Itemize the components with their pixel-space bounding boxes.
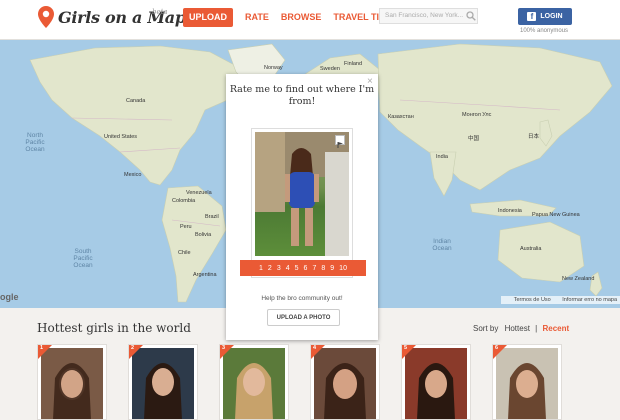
help-text: Help the bro community out! [261, 295, 343, 302]
nav-upload-button[interactable]: UPLOAD [183, 8, 233, 27]
logo[interactable]: Girls on a Map beta [38, 6, 186, 28]
country-label: Sweden [320, 66, 340, 72]
ocean-label: North Pacific Ocean [25, 132, 45, 153]
search-input[interactable]: San Francisco, New York... [379, 8, 478, 24]
sort-control: Sort by Hottest | Recent [473, 324, 569, 333]
country-label: Bolivia [195, 232, 212, 238]
gallery-card[interactable]: 1 [37, 344, 107, 420]
map-report-error-link[interactable]: Informar erro no mapa [562, 297, 617, 303]
ocean-label: South Pacific Ocean [73, 248, 93, 269]
country-label: Argentina [193, 272, 217, 278]
country-label: Finland [344, 61, 363, 67]
rating-6-button[interactable]: 6 [304, 265, 308, 272]
country-label: Indonesia [498, 208, 522, 214]
country-label: New Zealand [562, 276, 595, 282]
rating-9-button[interactable]: 9 [330, 265, 334, 272]
search-icon[interactable] [466, 11, 476, 21]
rating-5-button[interactable]: 5 [295, 265, 299, 272]
anonymous-note: 100% anonymous [520, 28, 569, 34]
country-label: Brazil [205, 214, 219, 220]
section-title: Hottest girls in the world [37, 321, 191, 335]
country-label: Colombia [172, 198, 196, 204]
sort-by-label: Sort by [473, 324, 499, 333]
country-label: Australia [520, 246, 542, 252]
rating-bar: 1 2 3 4 5 6 7 8 9 10 [240, 260, 366, 276]
country-label: Монгол Улс [462, 112, 492, 118]
country-label: Chile [178, 250, 191, 256]
country-label: 日本 [528, 134, 540, 140]
nav-rate-link[interactable]: RATE [245, 8, 269, 27]
main-nav: UPLOAD RATE BROWSE TRAVEL TIPS [183, 8, 391, 27]
header: Girls on a Map beta UPLOAD RATE BROWSE T… [0, 0, 620, 40]
country-label: Canada [126, 98, 146, 104]
country-label: Papua New Guinea [532, 212, 580, 218]
rating-popup: × Rate me to find out where I'm from! 1 … [226, 74, 378, 340]
map-pin-icon [38, 6, 54, 28]
rank-number: 5 [404, 345, 408, 351]
rating-3-button[interactable]: 3 [277, 265, 281, 272]
sort-separator: | [535, 324, 538, 333]
country-label: Казахстан [388, 114, 414, 120]
country-label: 中国 [468, 136, 480, 142]
sort-hottest-link[interactable]: Hottest [505, 324, 530, 333]
rank-number: 1 [40, 345, 44, 351]
gallery-card[interactable]: 3 [219, 344, 289, 420]
country-label: Norway [264, 65, 283, 71]
gallery-card[interactable]: 2 [128, 344, 198, 420]
login-label: LOGIN [540, 13, 563, 20]
ocean-label: Indian Ocean [432, 238, 452, 252]
photo-frame [251, 128, 353, 278]
facebook-icon: f [527, 12, 537, 21]
facebook-login-button[interactable]: f LOGIN [518, 8, 572, 25]
profile-photo [255, 132, 349, 256]
rating-2-button[interactable]: 2 [268, 265, 272, 272]
flag-icon[interactable] [335, 135, 345, 148]
popup-title: Rate me to find out where I'm from! [229, 84, 375, 107]
map-footer: Termos de Uso Informar erro no mapa [500, 296, 620, 304]
rank-number: 4 [313, 345, 317, 351]
land-australia [497, 221, 585, 283]
gallery-card[interactable]: 5 [401, 344, 471, 420]
land-north-america [29, 45, 241, 186]
country-label: India [436, 154, 448, 160]
upload-photo-button[interactable]: UPLOAD A PHOTO [267, 309, 340, 326]
sort-recent-link[interactable]: Recent [542, 324, 569, 333]
rank-number: 6 [495, 345, 499, 351]
country-label: Mexico [124, 172, 142, 178]
nav-browse-link[interactable]: BROWSE [281, 8, 322, 27]
rank-number: 2 [131, 345, 135, 351]
app: Girls on a Map beta UPLOAD RATE BROWSE T… [0, 0, 620, 420]
rating-8-button[interactable]: 8 [321, 265, 325, 272]
rating-7-button[interactable]: 7 [312, 265, 316, 272]
map-terms-link[interactable]: Termos de Uso [514, 297, 551, 303]
country-label: Venezuela [186, 190, 212, 196]
rating-10-button[interactable]: 10 [339, 265, 347, 272]
google-logo[interactable]: ogle [0, 292, 19, 302]
gallery-card[interactable]: 4 [310, 344, 380, 420]
photo-illustration [255, 132, 349, 256]
beta-label: beta [152, 8, 168, 16]
rating-4-button[interactable]: 4 [286, 265, 290, 272]
rank-number: 3 [222, 345, 226, 351]
country-label: United States [104, 134, 138, 140]
country-label: Peru [180, 224, 192, 230]
gallery-card[interactable]: 6 [492, 344, 562, 420]
rating-1-button[interactable]: 1 [259, 265, 263, 272]
